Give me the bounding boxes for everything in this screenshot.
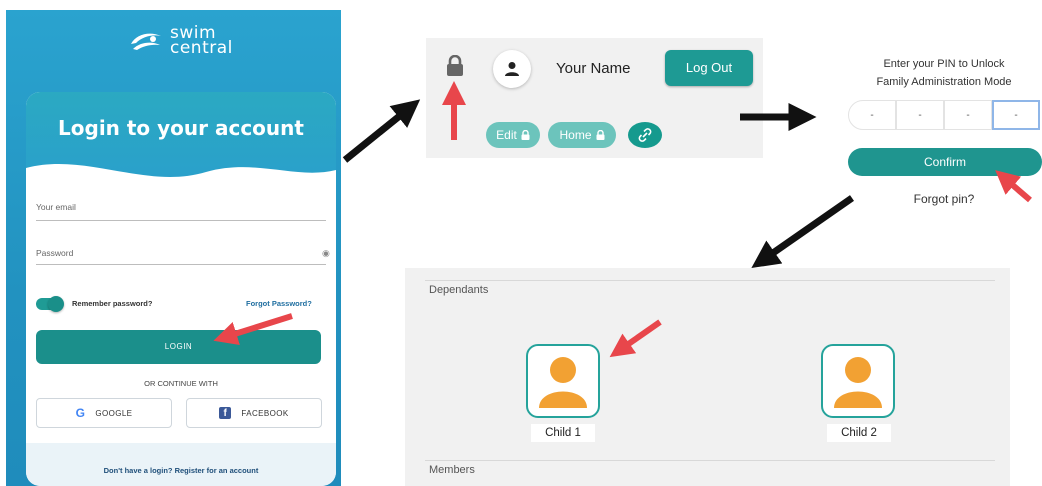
child-2-avatar[interactable] <box>821 344 895 418</box>
divider <box>425 280 995 281</box>
user-name: Your Name <box>556 60 631 77</box>
email-label[interactable]: Your email <box>36 202 76 212</box>
pin-prompt: Enter your PIN to Unlock Family Administ… <box>846 55 1042 91</box>
confirm-button[interactable]: Confirm <box>848 148 1042 176</box>
dependants-panel: Dependants Child 1 Child 2 Members <box>405 268 1010 486</box>
or-continue-with: OR CONTINUE WITH <box>144 379 218 388</box>
lock-icon <box>596 130 604 140</box>
user-avatar[interactable] <box>493 50 531 88</box>
login-card: Login to your account Your email Passwor… <box>26 92 336 486</box>
logout-button[interactable]: Log Out <box>665 50 753 86</box>
link-icon <box>638 128 652 142</box>
google-button[interactable]: G GOOGLE <box>36 398 172 428</box>
register-link[interactable]: Don't have a login? Register for an acco… <box>26 466 336 475</box>
child-1-avatar[interactable] <box>526 344 600 418</box>
brand-line2: central <box>170 38 233 58</box>
person-icon <box>505 62 519 76</box>
black-arrow <box>342 99 421 163</box>
email-field[interactable] <box>36 220 326 221</box>
black-arrow <box>751 195 854 268</box>
edit-button[interactable]: Edit <box>486 122 540 148</box>
forgot-password-link[interactable]: Forgot Password? <box>246 299 312 308</box>
remember-password-toggle[interactable] <box>36 296 64 312</box>
divider <box>425 460 995 461</box>
pin-digit-1[interactable]: - <box>848 100 896 130</box>
forgot-pin-link[interactable]: Forgot pin? <box>846 192 1042 206</box>
facebook-icon: f <box>219 407 232 419</box>
pin-digit-3[interactable]: - <box>944 100 992 130</box>
google-button-label: GOOGLE <box>95 408 133 418</box>
login-card-header: Login to your account <box>26 92 336 200</box>
dependants-heading: Dependants <box>429 284 489 296</box>
child-avatar-icon <box>539 357 587 408</box>
edit-label: Edit <box>496 128 517 142</box>
pin-input-row: - - - - <box>848 100 1042 130</box>
login-panel: swim central Login to your account Your … <box>6 10 341 486</box>
login-button[interactable]: LOGIN <box>36 330 321 364</box>
swim-logo-icon <box>131 33 161 50</box>
wave-decoration <box>26 163 336 200</box>
show-password-icon[interactable]: ◉ <box>322 248 330 259</box>
link-button[interactable] <box>628 122 662 148</box>
child-2-name[interactable]: Child 2 <box>827 424 891 442</box>
pin-digit-4[interactable]: - <box>992 100 1040 130</box>
google-icon: G <box>75 406 86 420</box>
facebook-button[interactable]: f FACEBOOK <box>186 398 322 428</box>
members-heading: Members <box>429 464 475 476</box>
swim-central-logo: swim central <box>128 25 233 58</box>
login-title: Login to your account <box>58 116 304 140</box>
child-1-name[interactable]: Child 1 <box>531 424 595 442</box>
facebook-button-label: FACEBOOK <box>241 408 289 418</box>
pin-prompt-line2: Family Administration Mode <box>876 76 1012 88</box>
pin-prompt-line1: Enter your PIN to Unlock <box>883 58 1005 70</box>
remember-password-label: Remember password? <box>72 299 153 308</box>
lock-icon[interactable] <box>446 55 464 77</box>
home-label: Home <box>559 128 592 142</box>
login-card-footer <box>26 443 336 486</box>
lock-icon <box>521 130 530 140</box>
pin-digit-2[interactable]: - <box>896 100 944 130</box>
home-button[interactable]: Home <box>548 122 616 148</box>
password-field[interactable] <box>36 264 326 265</box>
password-label[interactable]: Password <box>36 248 73 258</box>
child-avatar-icon <box>834 357 882 408</box>
